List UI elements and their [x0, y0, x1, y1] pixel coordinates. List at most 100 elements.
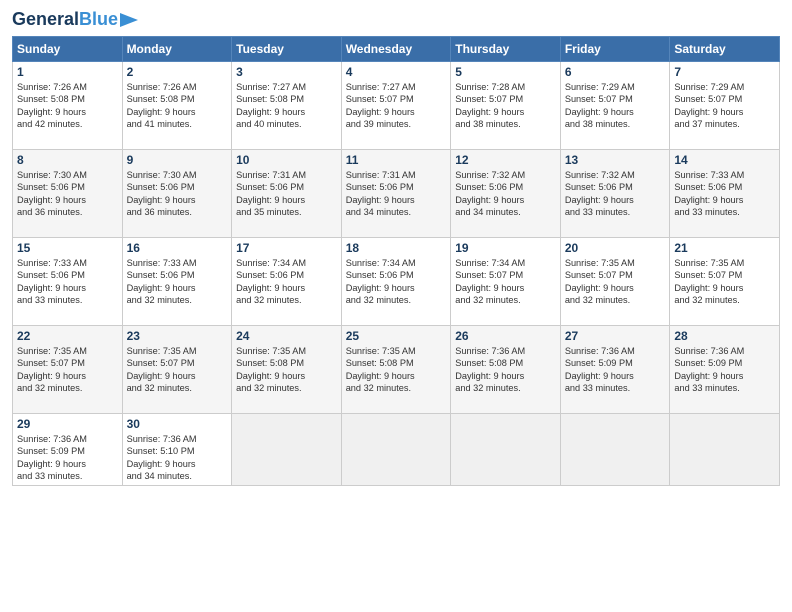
- calendar-cell: 13 Sunrise: 7:32 AMSunset: 5:06 PMDayligh…: [560, 149, 670, 237]
- calendar-header-friday: Friday: [560, 36, 670, 61]
- cell-content: Sunrise: 7:35 AMSunset: 5:07 PMDaylight:…: [565, 257, 666, 307]
- calendar-cell: 22Sunrise: 7:35 AMSunset: 5:07 PMDayligh…: [13, 325, 123, 413]
- cell-content: Sunrise: 7:35 AMSunset: 5:08 PMDaylight:…: [346, 345, 447, 395]
- cell-content: Sunrise: 7:30 AMSunset: 5:06 PMDaylight:…: [127, 169, 228, 219]
- calendar-cell: [451, 413, 561, 486]
- calendar-cell: 14 Sunrise: 7:33 AMSunset: 5:06 PMDayligh…: [670, 149, 780, 237]
- cell-content: Sunrise: 7:26 AMSunset: 5:08 PMDaylight:…: [17, 81, 118, 131]
- calendar-cell: 26 Sunrise: 7:36 AMSunset: 5:08 PMDayligh…: [451, 325, 561, 413]
- header: GeneralBlue: [12, 10, 780, 30]
- day-number: 13: [565, 153, 666, 167]
- calendar-cell: 20 Sunrise: 7:35 AMSunset: 5:07 PMDayligh…: [560, 237, 670, 325]
- calendar-cell: [341, 413, 451, 486]
- day-number: 29: [17, 417, 118, 431]
- logo: GeneralBlue: [12, 10, 138, 30]
- calendar-cell: 24 Sunrise: 7:35 AMSunset: 5:08 PMDayligh…: [232, 325, 342, 413]
- cell-content: Sunrise: 7:26 AMSunset: 5:08 PMDaylight:…: [127, 81, 228, 131]
- calendar-cell: 9 Sunrise: 7:30 AMSunset: 5:06 PMDaylight…: [122, 149, 232, 237]
- cell-content: Sunrise: 7:31 AMSunset: 5:06 PMDaylight:…: [346, 169, 447, 219]
- calendar-week-row: 1 Sunrise: 7:26 AMSunset: 5:08 PMDaylight…: [13, 61, 780, 149]
- day-number: 15: [17, 241, 118, 255]
- day-number: 27: [565, 329, 666, 343]
- calendar-cell: 2 Sunrise: 7:26 AMSunset: 5:08 PMDaylight…: [122, 61, 232, 149]
- calendar-cell: 16Sunrise: 7:33 AMSunset: 5:06 PMDayligh…: [122, 237, 232, 325]
- cell-content: Sunrise: 7:36 AMSunset: 5:09 PMDaylight:…: [17, 433, 118, 483]
- calendar-cell: 19 Sunrise: 7:34 AMSunset: 5:07 PMDayligh…: [451, 237, 561, 325]
- day-number: 22: [17, 329, 118, 343]
- cell-content: Sunrise: 7:35 AMSunset: 5:08 PMDaylight:…: [236, 345, 337, 395]
- cell-content: Sunrise: 7:34 AMSunset: 5:07 PMDaylight:…: [455, 257, 556, 307]
- cell-content: Sunrise: 7:33 AMSunset: 5:06 PMDaylight:…: [674, 169, 775, 219]
- calendar-cell: [560, 413, 670, 486]
- calendar-cell: [232, 413, 342, 486]
- calendar-cell: 7Sunrise: 7:29 AMSunset: 5:07 PMDaylight…: [670, 61, 780, 149]
- cell-content: Sunrise: 7:36 AMSunset: 5:09 PMDaylight:…: [674, 345, 775, 395]
- day-number: 17: [236, 241, 337, 255]
- calendar-cell: 28Sunrise: 7:36 AMSunset: 5:09 PMDayligh…: [670, 325, 780, 413]
- calendar-header-tuesday: Tuesday: [232, 36, 342, 61]
- cell-content: Sunrise: 7:32 AMSunset: 5:06 PMDaylight:…: [455, 169, 556, 219]
- calendar-cell: 15 Sunrise: 7:33 AMSunset: 5:06 PMDayligh…: [13, 237, 123, 325]
- day-number: 6: [565, 65, 666, 79]
- calendar-header-thursday: Thursday: [451, 36, 561, 61]
- day-number: 8: [17, 153, 118, 167]
- day-number: 9: [127, 153, 228, 167]
- day-number: 4: [346, 65, 447, 79]
- day-number: 1: [17, 65, 118, 79]
- calendar-week-row: 8 Sunrise: 7:30 AMSunset: 5:06 PMDaylight…: [13, 149, 780, 237]
- calendar-header-monday: Monday: [122, 36, 232, 61]
- calendar-cell: 11Sunrise: 7:31 AMSunset: 5:06 PMDayligh…: [341, 149, 451, 237]
- day-number: 14: [674, 153, 775, 167]
- calendar-header-wednesday: Wednesday: [341, 36, 451, 61]
- cell-content: Sunrise: 7:32 AMSunset: 5:06 PMDaylight:…: [565, 169, 666, 219]
- calendar-cell: 5 Sunrise: 7:28 AMSunset: 5:07 PMDaylight…: [451, 61, 561, 149]
- day-number: 16: [127, 241, 228, 255]
- day-number: 5: [455, 65, 556, 79]
- day-number: 18: [346, 241, 447, 255]
- calendar-cell: 1 Sunrise: 7:26 AMSunset: 5:08 PMDaylight…: [13, 61, 123, 149]
- calendar-week-row: 15 Sunrise: 7:33 AMSunset: 5:06 PMDayligh…: [13, 237, 780, 325]
- calendar-cell: 29 Sunrise: 7:36 AMSunset: 5:09 PMDayligh…: [13, 413, 123, 486]
- day-number: 24: [236, 329, 337, 343]
- calendar-header-saturday: Saturday: [670, 36, 780, 61]
- calendar-cell: 3 Sunrise: 7:27 AMSunset: 5:08 PMDaylight…: [232, 61, 342, 149]
- calendar-cell: 27 Sunrise: 7:36 AMSunset: 5:09 PMDayligh…: [560, 325, 670, 413]
- calendar-cell: 25 Sunrise: 7:35 AMSunset: 5:08 PMDayligh…: [341, 325, 451, 413]
- calendar-cell: 12 Sunrise: 7:32 AMSunset: 5:06 PMDayligh…: [451, 149, 561, 237]
- day-number: 21: [674, 241, 775, 255]
- calendar-cell: 23Sunrise: 7:35 AMSunset: 5:07 PMDayligh…: [122, 325, 232, 413]
- cell-content: Sunrise: 7:30 AMSunset: 5:06 PMDaylight:…: [17, 169, 118, 219]
- cell-content: Sunrise: 7:29 AMSunset: 5:07 PMDaylight:…: [565, 81, 666, 131]
- calendar-cell: 21Sunrise: 7:35 AMSunset: 5:07 PMDayligh…: [670, 237, 780, 325]
- calendar-week-row: 29 Sunrise: 7:36 AMSunset: 5:09 PMDayligh…: [13, 413, 780, 486]
- cell-content: Sunrise: 7:27 AMSunset: 5:07 PMDaylight:…: [346, 81, 447, 131]
- cell-content: Sunrise: 7:36 AMSunset: 5:08 PMDaylight:…: [455, 345, 556, 395]
- day-number: 3: [236, 65, 337, 79]
- day-number: 2: [127, 65, 228, 79]
- day-number: 30: [127, 417, 228, 431]
- cell-content: Sunrise: 7:36 AMSunset: 5:09 PMDaylight:…: [565, 345, 666, 395]
- calendar-cell: 18 Sunrise: 7:34 AMSunset: 5:06 PMDayligh…: [341, 237, 451, 325]
- day-number: 23: [127, 329, 228, 343]
- day-number: 26: [455, 329, 556, 343]
- calendar-header-row: SundayMondayTuesdayWednesdayThursdayFrid…: [13, 36, 780, 61]
- cell-content: Sunrise: 7:36 AMSunset: 5:10 PMDaylight:…: [127, 433, 228, 483]
- cell-content: Sunrise: 7:34 AMSunset: 5:06 PMDaylight:…: [346, 257, 447, 307]
- day-number: 10: [236, 153, 337, 167]
- calendar-week-row: 22Sunrise: 7:35 AMSunset: 5:07 PMDayligh…: [13, 325, 780, 413]
- calendar-cell: 4 Sunrise: 7:27 AMSunset: 5:07 PMDaylight…: [341, 61, 451, 149]
- calendar-cell: 8 Sunrise: 7:30 AMSunset: 5:06 PMDaylight…: [13, 149, 123, 237]
- day-number: 19: [455, 241, 556, 255]
- cell-content: Sunrise: 7:31 AMSunset: 5:06 PMDaylight:…: [236, 169, 337, 219]
- cell-content: Sunrise: 7:27 AMSunset: 5:08 PMDaylight:…: [236, 81, 337, 131]
- calendar-cell: 17Sunrise: 7:34 AMSunset: 5:06 PMDayligh…: [232, 237, 342, 325]
- logo-arrow-icon: [120, 13, 138, 27]
- calendar-cell: 10 Sunrise: 7:31 AMSunset: 5:06 PMDayligh…: [232, 149, 342, 237]
- cell-content: Sunrise: 7:28 AMSunset: 5:07 PMDaylight:…: [455, 81, 556, 131]
- day-number: 12: [455, 153, 556, 167]
- day-number: 25: [346, 329, 447, 343]
- calendar-cell: [670, 413, 780, 486]
- cell-content: Sunrise: 7:33 AMSunset: 5:06 PMDaylight:…: [17, 257, 118, 307]
- logo-text: GeneralBlue: [12, 10, 118, 30]
- day-number: 20: [565, 241, 666, 255]
